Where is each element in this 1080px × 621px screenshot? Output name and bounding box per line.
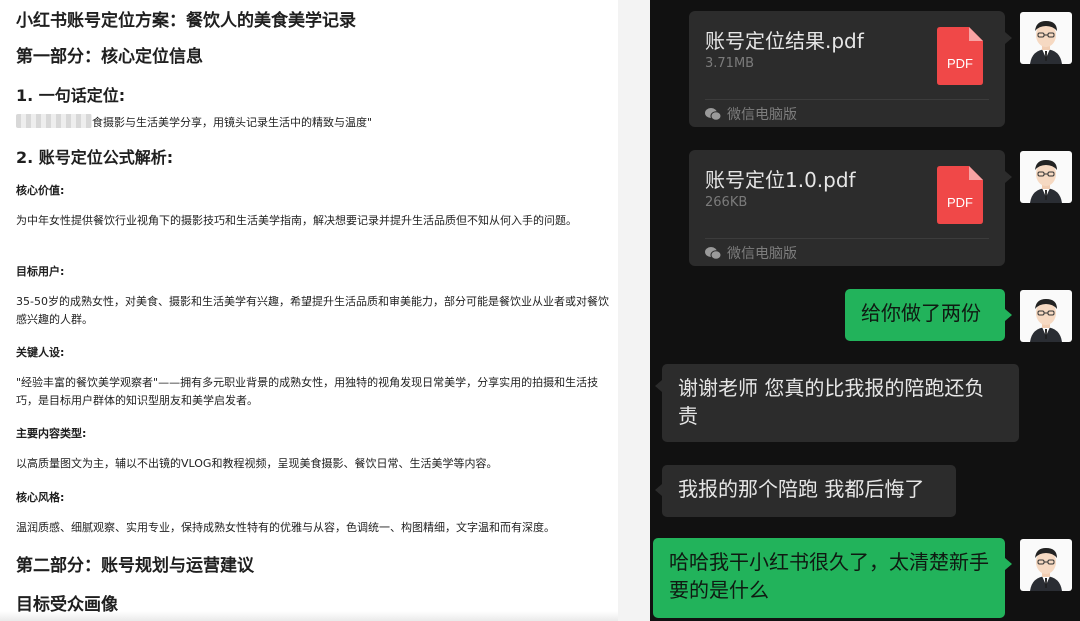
- avatar[interactable]: [1020, 539, 1072, 591]
- bubble-tail: [1005, 309, 1012, 321]
- message-bubble-outgoing[interactable]: 哈哈我干小红书很久了，太清楚新手要的是什么: [653, 538, 1005, 618]
- card-separator: [705, 238, 989, 239]
- style-label: 核心风格:: [16, 491, 65, 504]
- wechat-icon: [705, 247, 721, 260]
- avatar-image: [1030, 160, 1062, 203]
- avatar-image: [1030, 21, 1062, 64]
- bubble-tail: [1005, 32, 1012, 44]
- bubble-tail: [655, 484, 662, 496]
- persona-label: 关键人设:: [16, 346, 65, 359]
- source-label: 微信电脑版: [727, 107, 797, 123]
- wechat-icon: [705, 108, 721, 121]
- file-source: 微信电脑版: [705, 105, 797, 123]
- avatar[interactable]: [1020, 151, 1072, 203]
- file-source: 微信电脑版: [705, 244, 797, 262]
- document-title: 小红书账号定位方案：餐饮人的美食美学记录: [16, 11, 356, 31]
- style-text: 温润质感、细腻观察、实用专业，保持成熟女性特有的优雅与从容，色调统一、构图精细，…: [16, 521, 555, 534]
- bubble-tail: [1005, 558, 1012, 570]
- file-name: 账号定位1.0.pdf: [705, 168, 856, 192]
- source-label: 微信电脑版: [727, 246, 797, 262]
- page-edge: [0, 611, 618, 621]
- file-message-1[interactable]: 账号定位结果.pdf 3.71MB PDF 微信电脑版: [689, 11, 1005, 127]
- card-separator: [705, 99, 989, 100]
- message-bubble-incoming[interactable]: 谢谢老师 您真的比我报的陪跑还负责: [662, 364, 1019, 442]
- content-type-label: 主要内容类型:: [16, 427, 87, 440]
- file-name: 账号定位结果.pdf: [705, 29, 864, 53]
- target-user-label: 目标用户:: [16, 265, 65, 278]
- core-value-text: 为中年女性提供餐饮行业视角下的摄影技巧和生活美学指南，解决想要记录并提升生活品质…: [16, 214, 577, 227]
- pdf-label: PDF: [947, 56, 973, 71]
- file-size: 266KB: [705, 195, 748, 210]
- pdf-file-icon: PDF: [937, 166, 983, 224]
- bubble-tail: [1005, 171, 1012, 183]
- section2-heading: 2. 账号定位公式解析:: [16, 148, 174, 167]
- pdf-file-icon: PDF: [937, 27, 983, 85]
- chat-panel: 账号定位结果.pdf 3.71MB PDF 微信电脑版 账号定位1.0.pdf …: [650, 0, 1080, 621]
- file-size: 3.71MB: [705, 56, 755, 71]
- avatar[interactable]: [1020, 290, 1072, 342]
- content-type-text: 以高质量图文为主，辅以不出镜的VLOG和教程视频，呈现美食摄影、餐饮日常、生活美…: [16, 457, 498, 470]
- section1-heading: 1. 一句话定位:: [16, 86, 126, 105]
- pdf-label: PDF: [947, 195, 973, 210]
- avatar-image: [1030, 299, 1062, 342]
- avatar[interactable]: [1020, 12, 1072, 64]
- bubble-tail: [655, 380, 662, 392]
- panel-divider: [618, 0, 650, 621]
- redacted-blur: [16, 114, 92, 128]
- target-user-text: 35-50岁的成熟女性，对美食、摄影和生活美学有兴趣，希望提升生活品质和审美能力…: [16, 295, 609, 326]
- part2-heading: 第二部分：账号规划与运营建议: [16, 556, 254, 576]
- avatar-image: [1030, 548, 1062, 591]
- part1-heading: 第一部分：核心定位信息: [16, 47, 203, 67]
- persona-text: "经验丰富的餐饮美学观察者"——拥有多元职业背景的成熟女性，用独特的视角发现日常…: [16, 376, 599, 407]
- message-bubble-outgoing[interactable]: 给你做了两份: [845, 289, 1005, 341]
- file-message-2[interactable]: 账号定位1.0.pdf 266KB PDF 微信电脑版: [689, 150, 1005, 266]
- document-panel: 小红书账号定位方案：餐饮人的美食美学记录 第一部分：核心定位信息 1. 一句话定…: [0, 0, 618, 621]
- core-value-label: 核心价值:: [16, 184, 65, 197]
- message-bubble-incoming[interactable]: 我报的那个陪跑 我都后悔了: [662, 465, 956, 517]
- positioning-sentence: 食摄影与生活美学分享，用镜头记录生活中的精致与温度": [16, 114, 610, 132]
